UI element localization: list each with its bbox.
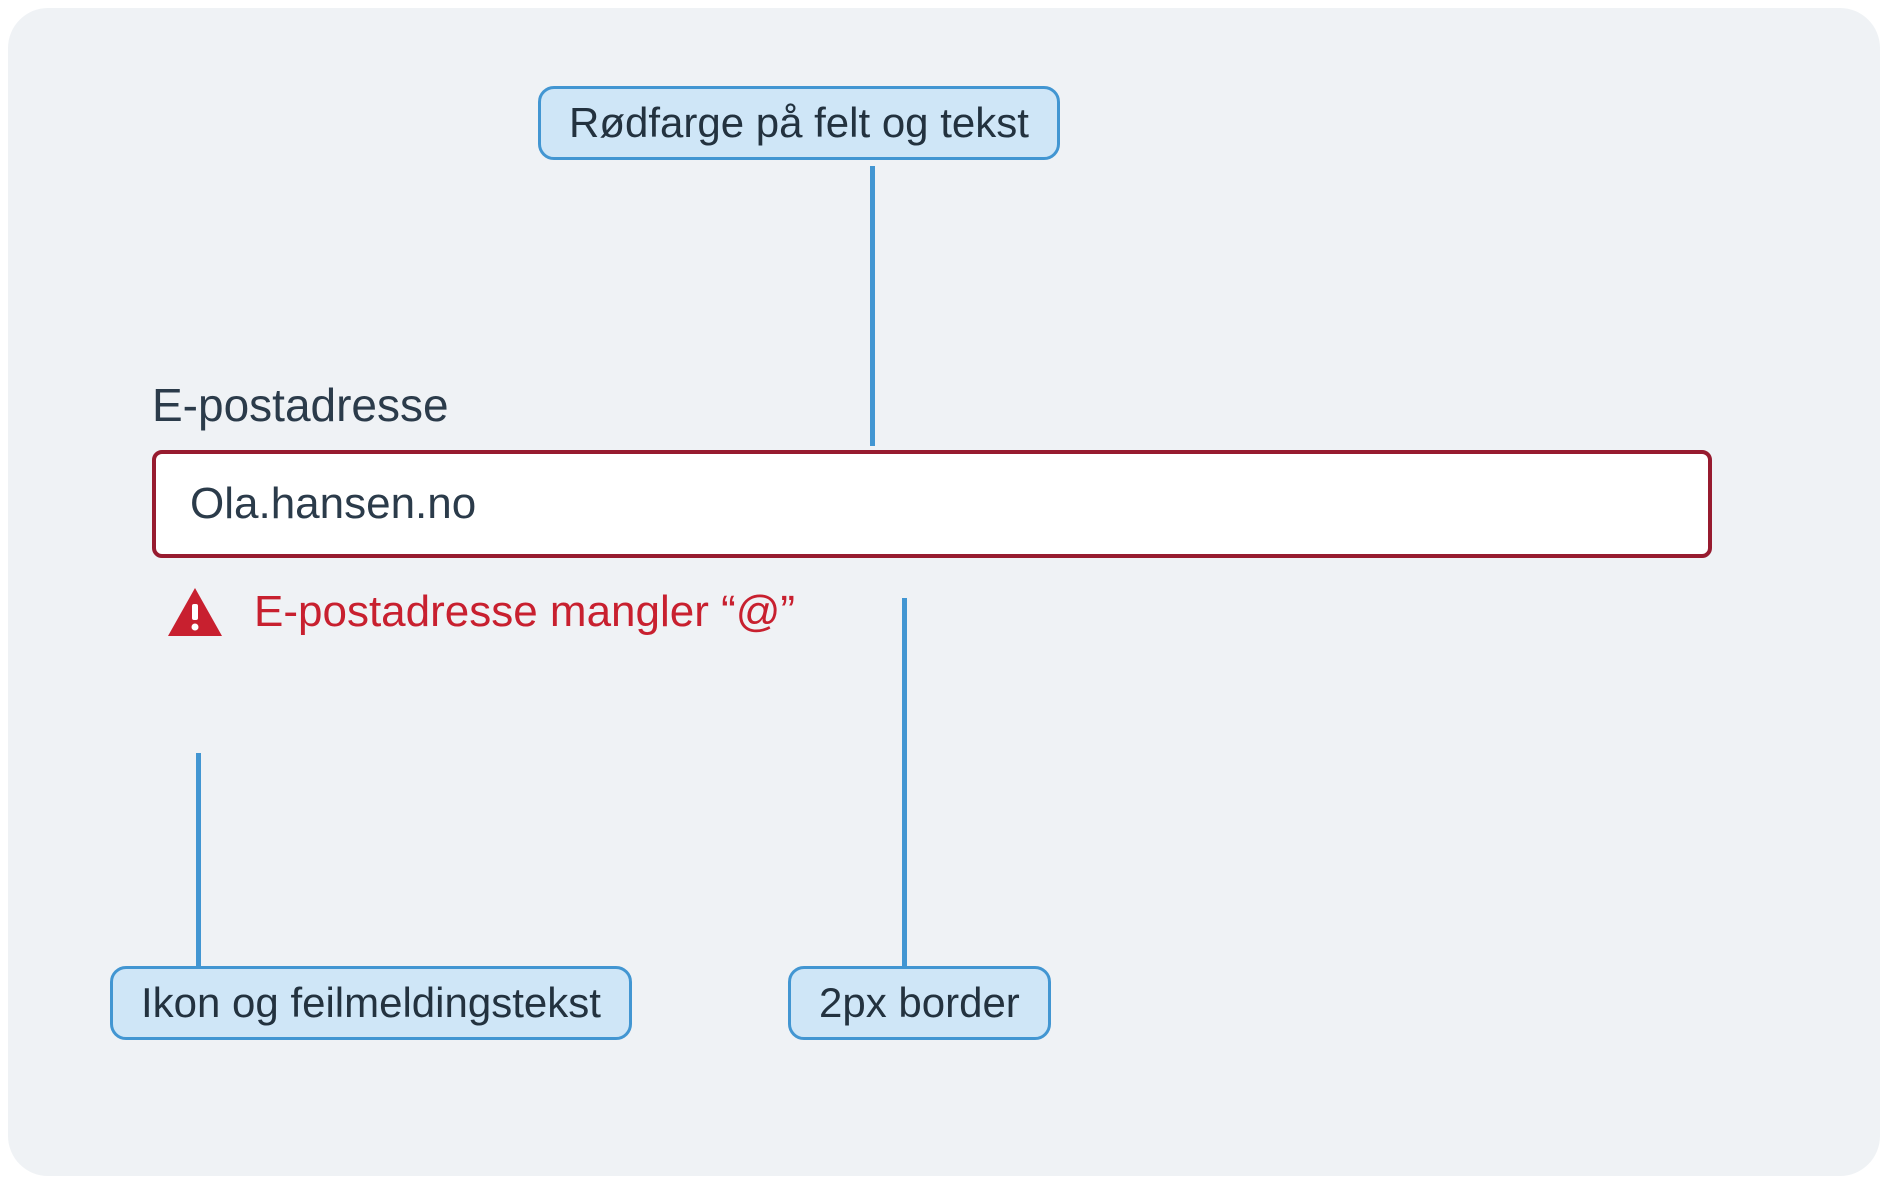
callout-red-color: Rødfarge på felt og tekst — [538, 86, 1060, 160]
email-label: E-postadresse — [152, 378, 1712, 432]
callout-icon-text: Ikon og feilmeldingstekst — [110, 966, 632, 1040]
connector-line — [196, 753, 201, 968]
email-input-wrap — [152, 450, 1712, 558]
email-input[interactable] — [152, 450, 1712, 558]
callout-label: 2px border — [819, 979, 1020, 1026]
diagram-canvas: Rødfarge på felt og tekst E-postadresse … — [8, 8, 1880, 1176]
error-message-row: E-postadresse mangler “@” — [152, 586, 1712, 638]
error-message-text: E-postadresse mangler “@” — [254, 587, 795, 637]
connector-line — [902, 598, 907, 968]
email-form-group: E-postadresse E-postadresse mangler “@” — [152, 378, 1712, 638]
callout-border: 2px border — [788, 966, 1051, 1040]
callout-label: Ikon og feilmeldingstekst — [141, 979, 601, 1026]
callout-label: Rødfarge på felt og tekst — [569, 99, 1029, 146]
warning-triangle-icon — [166, 586, 224, 638]
